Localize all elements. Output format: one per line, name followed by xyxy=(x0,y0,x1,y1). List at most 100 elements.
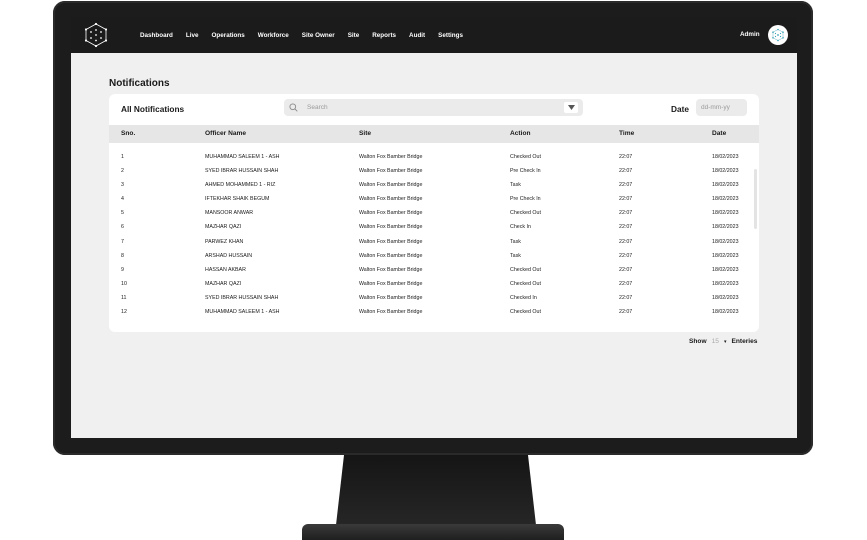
column-header-officer-name[interactable]: Officer Name xyxy=(205,130,246,137)
cell-officer-name: SYED IBRAR HUSSAIN SHAH xyxy=(205,294,279,301)
search-input[interactable] xyxy=(307,101,557,114)
column-header-date[interactable]: Date xyxy=(712,130,726,137)
cell-officer-name: AHMED MOHAMMED 1 - RIZ xyxy=(205,182,276,189)
cell-site: Walton Fox Bamber Bridge xyxy=(359,182,423,189)
avatar[interactable] xyxy=(768,25,788,45)
cell-time: 22:07 xyxy=(619,294,633,301)
cell-site: Walton Fox Bamber Bridge xyxy=(359,224,423,231)
table-scrollbar[interactable] xyxy=(754,169,757,229)
cell-site: Walton Fox Bamber Bridge xyxy=(359,238,423,245)
cell-action: Checked Out xyxy=(510,280,541,287)
table-row[interactable]: 9 HASSAN AKBAR Walton Fox Bamber Bridge Che… xyxy=(109,264,759,278)
cell-action: Check In xyxy=(510,224,531,231)
table-row[interactable]: 11 SYED IBRAR HUSSAIN SHAH Walton Fox Bamb… xyxy=(109,292,759,306)
nav-item-audit[interactable]: Audit xyxy=(409,32,425,39)
table-row[interactable]: 10 MAZHAR QAZI Walton Fox Bamber Bridge Che… xyxy=(109,278,759,292)
date-filter-input[interactable] xyxy=(696,99,747,116)
card-title: All Notifications xyxy=(121,104,185,114)
cell-officer-name: MANSOOR ANWAR xyxy=(205,210,254,217)
nav-item-site-owner[interactable]: Site Owner xyxy=(302,32,335,39)
cell-action: Checked Out xyxy=(510,266,541,273)
cell-action: Checked In xyxy=(510,294,537,301)
entries-label: Enteries xyxy=(731,338,758,345)
cell-site: Walton Fox Bamber Bridge xyxy=(359,168,423,175)
cell-date: 18/02/2023 xyxy=(712,210,739,217)
cell-time: 22:07 xyxy=(619,238,633,245)
cell-sno: 5 xyxy=(121,210,124,217)
column-header-time[interactable]: Time xyxy=(619,130,634,137)
table-row[interactable]: 1 MUHAMMAD SALEEM 1 - ASH Walton Fox Bambe… xyxy=(109,151,759,165)
cell-date: 18/02/2023 xyxy=(712,182,739,189)
table-row[interactable]: 5 MANSOOR ANWAR Walton Fox Bamber Bridge Ch… xyxy=(109,207,759,221)
cell-date: 18/02/2023 xyxy=(712,252,739,259)
cell-date: 18/02/2023 xyxy=(712,196,739,203)
cell-officer-name: MUHAMMAD SALEEM 1 - ASH xyxy=(205,309,280,316)
main-nav: Dashboard Live Operations Workforce Site… xyxy=(140,17,463,53)
table-row[interactable]: 6 MAZHAR QAZI Walton Fox Bamber Bridge Chec… xyxy=(109,221,759,235)
cell-action: Task xyxy=(510,252,521,259)
nav-item-dashboard[interactable]: Dashboard xyxy=(140,32,173,39)
chevron-down-icon[interactable]: ▾ xyxy=(724,339,727,345)
cell-site: Walton Fox Bamber Bridge xyxy=(359,309,423,316)
cell-officer-name: SYED IBRAR HUSSAIN SHAH xyxy=(205,168,279,175)
cell-officer-name: PARWEZ KHAN xyxy=(205,238,244,245)
column-header-action[interactable]: Action xyxy=(510,130,531,137)
cell-site: Walton Fox Bamber Bridge xyxy=(359,280,423,287)
table-row[interactable]: 12 MUHAMMAD SALEEM 1 - ASH Walton Fox Bamb… xyxy=(109,306,759,320)
cell-sno: 11 xyxy=(121,294,127,301)
cell-date: 18/02/2023 xyxy=(712,294,739,301)
column-header-sno[interactable]: Sno. xyxy=(121,130,135,137)
cell-time: 22:07 xyxy=(619,154,633,160)
cell-date: 18/02/2023 xyxy=(712,154,739,160)
table-header: Sno. Officer Name Site Action Time Date xyxy=(109,125,759,143)
cell-time: 22:07 xyxy=(619,280,633,287)
cell-date: 18/02/2023 xyxy=(712,238,739,245)
cell-sno: 6 xyxy=(121,224,124,231)
cell-time: 22:07 xyxy=(619,252,633,259)
nav-item-live[interactable]: Live xyxy=(186,32,199,39)
avatar-logo-icon xyxy=(772,28,784,42)
search-icon xyxy=(289,103,298,112)
cell-date: 18/02/2023 xyxy=(712,309,739,316)
cell-sno: 2 xyxy=(121,168,124,175)
nav-item-reports[interactable]: Reports xyxy=(372,32,396,39)
table-row[interactable]: 3 AHMED MOHAMMED 1 - RIZ Walton Fox Bamber… xyxy=(109,179,759,193)
nav-item-settings[interactable]: Settings xyxy=(438,32,463,39)
nav-item-workforce[interactable]: Workforce xyxy=(258,32,289,39)
cell-officer-name: IFTEKHAR SHAIK BEGUM xyxy=(205,196,270,203)
cell-sno: 10 xyxy=(121,280,127,287)
cell-action: Pre Check In xyxy=(510,168,541,175)
cell-site: Walton Fox Bamber Bridge xyxy=(359,154,423,160)
table-row[interactable]: 4 IFTEKHAR SHAIK BEGUM Walton Fox Bamber B… xyxy=(109,193,759,207)
monitor-stand-neck xyxy=(336,455,536,525)
pagination-footer: Show 15 ▾ Enteries xyxy=(689,338,757,345)
search-filter-dropdown[interactable] xyxy=(564,102,578,113)
column-header-site[interactable]: Site xyxy=(359,130,371,137)
cell-date: 18/02/2023 xyxy=(712,224,739,231)
cell-sno: 3 xyxy=(121,182,124,189)
nav-item-site[interactable]: Site xyxy=(348,32,360,39)
table-body: 1 MUHAMMAD SALEEM 1 - ASH Walton Fox Bambe… xyxy=(109,151,759,320)
cell-sno: 12 xyxy=(121,309,127,316)
cell-date: 18/02/2023 xyxy=(712,266,739,273)
cell-officer-name: HASSAN AKBAR xyxy=(205,266,246,273)
nav-item-operations[interactable]: Operations xyxy=(212,32,245,39)
table-row[interactable]: 2 SYED IBRAR HUSSAIN SHAH Walton Fox Bambe… xyxy=(109,165,759,179)
table-row[interactable]: 8 ARSHAD HUSSAIN Walton Fox Bamber Bridge T… xyxy=(109,250,759,264)
cell-action: Checked Out xyxy=(510,210,541,217)
cell-officer-name: ARSHAD HUSSAIN xyxy=(205,252,253,259)
cell-site: Walton Fox Bamber Bridge xyxy=(359,252,423,259)
logo-icon[interactable] xyxy=(83,22,109,48)
cell-time: 22:07 xyxy=(619,309,633,316)
table-row[interactable]: 7 PARWEZ KHAN Walton Fox Bamber Bridge Task… xyxy=(109,236,759,250)
cell-officer-name: MAZHAR QAZI xyxy=(205,280,242,287)
cell-action: Checked Out xyxy=(510,309,541,316)
entries-count-select[interactable]: 15 xyxy=(712,338,719,345)
show-label: Show xyxy=(689,338,707,345)
chevron-down-icon xyxy=(567,105,575,110)
cell-time: 22:07 xyxy=(619,182,633,189)
cell-officer-name: MUHAMMAD SALEEM 1 - ASH xyxy=(205,154,280,160)
user-name[interactable]: Admin xyxy=(740,31,760,38)
monitor-stand-base xyxy=(302,524,564,540)
cell-officer-name: MAZHAR QAZI xyxy=(205,224,242,231)
